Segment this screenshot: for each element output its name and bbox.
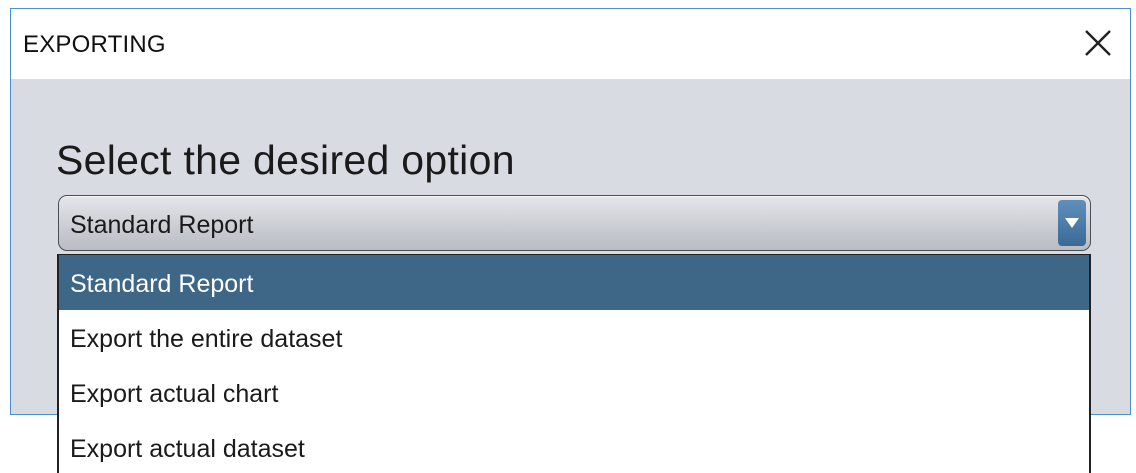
dialog-title: EXPORTING: [23, 31, 166, 58]
option-label: Standard Report: [70, 270, 254, 298]
option-label: Export actual dataset: [70, 435, 305, 463]
screen: EXPORTING Select the desired option Stan…: [0, 0, 1136, 473]
dropdown-list: Standard Report Export the entire datase…: [57, 254, 1091, 473]
option-export-entire-dataset[interactable]: Export the entire dataset: [59, 310, 1089, 365]
option-export-actual-chart[interactable]: Export actual chart: [59, 365, 1089, 420]
select-current-value: Standard Report: [70, 211, 254, 239]
option-export-actual-dataset[interactable]: Export actual dataset: [59, 420, 1089, 473]
option-label: Export actual chart: [70, 380, 279, 408]
export-option-select[interactable]: Standard Report: [58, 195, 1091, 251]
option-label: Export the entire dataset: [70, 325, 343, 353]
close-icon: [1085, 30, 1111, 56]
title-bar: EXPORTING: [11, 9, 1130, 79]
chevron-down-icon: [1065, 218, 1079, 228]
option-standard-report[interactable]: Standard Report: [59, 255, 1089, 310]
dropdown-arrow-button[interactable]: [1058, 200, 1086, 246]
prompt-label: Select the desired option: [56, 137, 515, 183]
close-button[interactable]: [1080, 25, 1116, 61]
